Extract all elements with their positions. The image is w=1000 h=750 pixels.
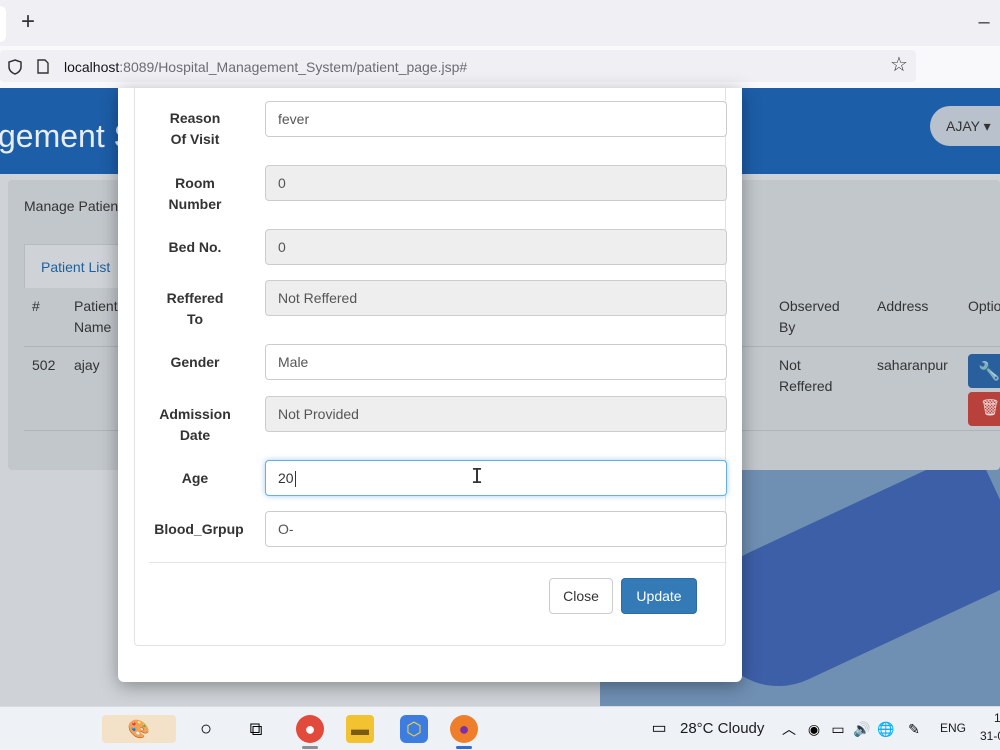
- tab-patient-list[interactable]: Patient List: [24, 244, 124, 288]
- edit-patient-modal: Reason Of Visit fever Room Number 0 Bed …: [118, 88, 742, 682]
- blood-group-input[interactable]: O-: [265, 511, 727, 547]
- breadcrumb: Manage Patien: [24, 198, 119, 214]
- label-gender: Gender: [170, 354, 220, 370]
- app-brand: gement S: [0, 118, 135, 154]
- browser-tab-bar: + –: [0, 0, 1000, 46]
- ibeam-cursor-icon: I: [471, 464, 484, 488]
- chrome-icon[interactable]: ●: [296, 715, 324, 743]
- browser-nav-bar: localhost:8089/Hospital_Management_Syste…: [0, 46, 1000, 88]
- clock-date[interactable]: 31-0: [980, 729, 1000, 743]
- table-header-number: #: [32, 298, 40, 314]
- minimize-button[interactable]: –: [974, 8, 994, 36]
- cell-name: ajay: [74, 357, 100, 373]
- label-age: Age: [181, 470, 209, 486]
- shield-icon[interactable]: [8, 59, 22, 75]
- edit-button[interactable]: 🔧: [968, 354, 1000, 388]
- url-text[interactable]: localhost:8089/Hospital_Management_Syste…: [64, 58, 467, 76]
- label-blood-group: Blood_Grpup: [154, 521, 244, 537]
- cell-address: saharanpur: [877, 357, 948, 373]
- chevron-up-icon[interactable]: ︿: [775, 715, 803, 743]
- table-header-options: Optio: [968, 298, 1000, 314]
- table-header-patient-name: Patient Name: [74, 298, 118, 335]
- label-admission-date: Admission Date: [159, 406, 231, 443]
- reffered-to-input[interactable]: Not Reffered: [265, 280, 727, 316]
- label-room-number: Room Number: [168, 175, 222, 212]
- modal-form: Reason Of Visit fever Room Number 0 Bed …: [134, 88, 727, 646]
- active-tab[interactable]: [0, 6, 6, 42]
- table-header-address: Address: [877, 298, 929, 314]
- table-header-observed-by: Observed By: [779, 298, 840, 335]
- new-tab-button[interactable]: +: [16, 8, 40, 36]
- label-bed-number: Bed No.: [168, 239, 222, 255]
- bookmark-star-icon[interactable]: ☆: [890, 55, 910, 75]
- task-view-icon[interactable]: ⧉: [242, 715, 270, 743]
- label-reffered-to: Reffered To: [166, 290, 224, 327]
- wrench-icon: 🔧: [978, 361, 1000, 381]
- trash-icon: 🗑: [980, 400, 1000, 417]
- widgets-icon[interactable]: 🎨: [102, 715, 176, 743]
- modal-footer-divider: [149, 562, 727, 563]
- url-path: :8089/Hospital_Management_System/patient…: [119, 59, 468, 75]
- address-bar[interactable]: localhost:8089/Hospital_Management_Syste…: [0, 50, 916, 82]
- windows-taskbar: 🎨 ○ ⧉ ● ▬ ⬡ ● ▭ 28°C Cloudy ︿ ◉ ▭ 🔊 🌐 ✎ …: [0, 706, 1000, 750]
- pen-icon[interactable]: ✎: [900, 715, 928, 743]
- gender-input[interactable]: Male: [265, 344, 727, 380]
- update-button[interactable]: Update: [621, 578, 697, 614]
- label-reason-of-visit: Reason Of Visit: [169, 110, 221, 147]
- delete-button[interactable]: 🗑: [968, 392, 1000, 426]
- url-host: localhost: [64, 59, 120, 75]
- bed-number-input[interactable]: 0: [265, 229, 727, 265]
- text-caret: [294, 471, 296, 488]
- weather-icon[interactable]: ▭: [645, 715, 673, 743]
- close-button[interactable]: Close: [549, 578, 613, 614]
- language-indicator[interactable]: ENG: [940, 721, 966, 735]
- search-icon[interactable]: ○: [192, 715, 220, 743]
- tab-label: Patient List: [41, 259, 111, 275]
- globe-icon[interactable]: 🌐: [872, 715, 900, 743]
- active-indicator-firefox: [456, 746, 472, 749]
- active-indicator: [302, 746, 318, 749]
- weather-text[interactable]: 28°C Cloudy: [680, 720, 764, 737]
- cell-observed-by: Not Reffered: [779, 357, 833, 394]
- admission-date-input[interactable]: Not Provided: [265, 396, 727, 432]
- user-menu-button[interactable]: AJAY ▾: [930, 106, 1000, 146]
- age-input[interactable]: 20: [265, 460, 727, 496]
- room-number-input[interactable]: 0: [265, 165, 727, 201]
- file-explorer-icon[interactable]: ▬: [346, 715, 374, 743]
- app-hexagon-icon[interactable]: ⬡: [400, 715, 428, 743]
- clock-time[interactable]: 1: [994, 711, 1000, 725]
- page-icon[interactable]: [37, 59, 49, 74]
- cell-id: 502: [32, 357, 56, 373]
- age-value: 20: [278, 470, 294, 486]
- reason-of-visit-input[interactable]: fever: [265, 101, 727, 137]
- firefox-icon[interactable]: ●: [450, 715, 478, 743]
